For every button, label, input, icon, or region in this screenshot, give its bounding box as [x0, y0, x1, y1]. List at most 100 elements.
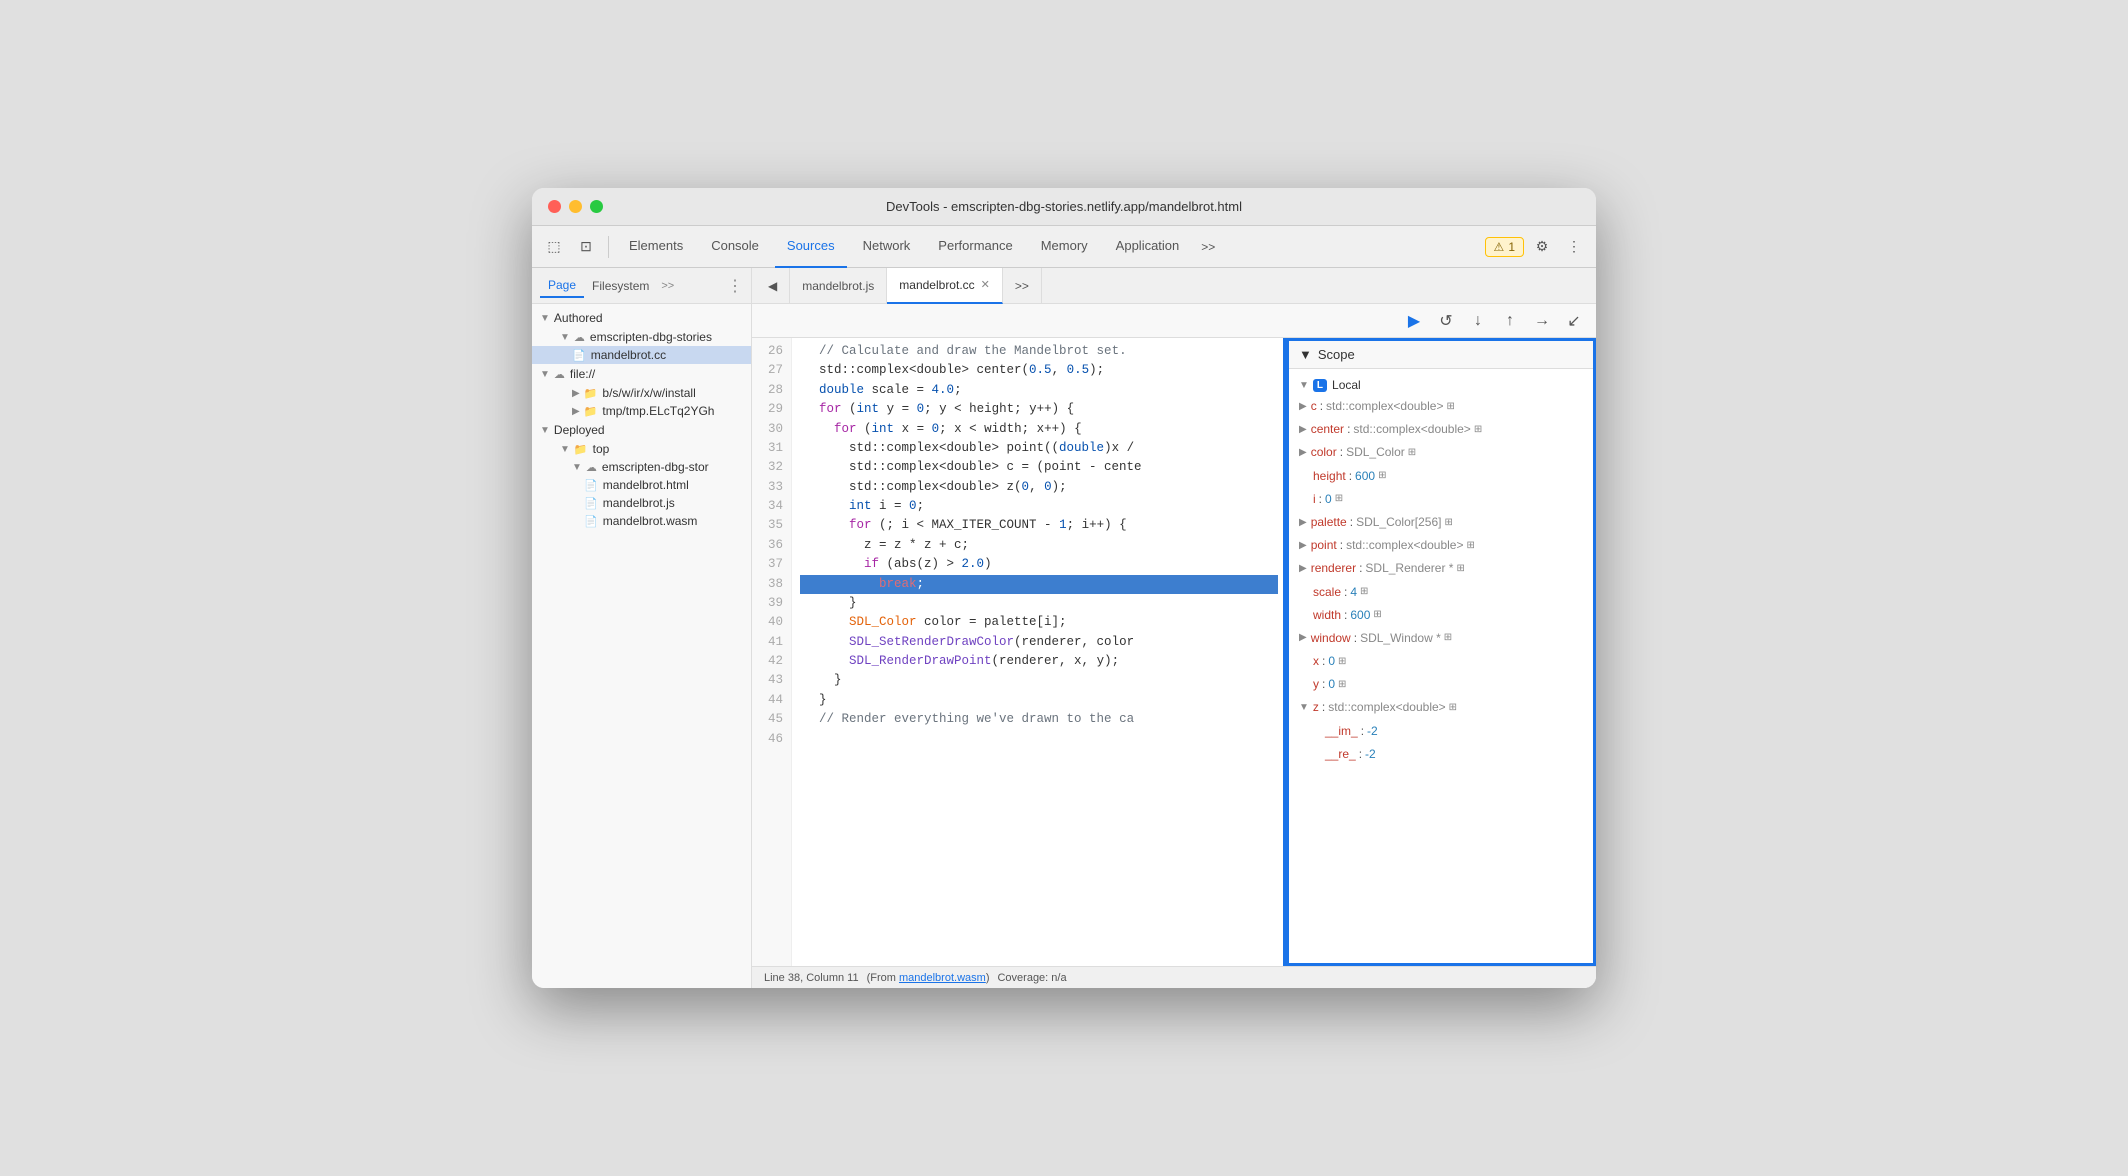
device-icon[interactable]: ⊡	[572, 233, 600, 261]
tab-js-label: mandelbrot.js	[802, 279, 874, 293]
scope-item-z-im: __im_ : -2	[1289, 720, 1593, 743]
scope-item-expand-icon: ▼	[1299, 700, 1309, 716]
resume-button[interactable]: ▶	[1400, 307, 1428, 335]
code-line-33: std::complex<double> z(0, 0);	[800, 478, 1278, 497]
authored-header[interactable]: ▼ Authored	[532, 308, 751, 328]
main-area: Page Filesystem >> ⋮ ▼ Authored ▼ ☁ emsc…	[532, 268, 1596, 988]
deployed-section: ▼ Deployed ▼ 📁 top ▼ ☁ emscripten-dbg-st…	[532, 420, 751, 530]
scope-expand-icon: ▼	[1299, 380, 1309, 391]
deployed-header[interactable]: ▼ Deployed	[532, 420, 751, 440]
code-line-36: z = z * z + c;	[800, 536, 1278, 555]
scope-item-expand-icon: ▶	[1299, 538, 1307, 554]
tab-sources[interactable]: Sources	[775, 226, 847, 268]
tab-console[interactable]: Console	[699, 226, 771, 268]
top-folder[interactable]: ▼ 📁 top	[532, 440, 751, 458]
cloud-icon: ☁	[586, 461, 597, 474]
file-icon: 📄	[584, 497, 598, 510]
scope-item-z[interactable]: ▼ z : std::complex<double> ⊞	[1289, 696, 1593, 719]
code-line-40: SDL_Color color = palette[i];	[800, 613, 1278, 632]
mandelbrot-html-file[interactable]: 📄 mandelbrot.html	[532, 476, 751, 494]
scope-item-scale: scale : 4 ⊞	[1289, 581, 1593, 604]
status-line-col: Line 38, Column 11	[764, 972, 859, 984]
scope-item-z-re: __re_ : -2	[1289, 743, 1593, 766]
scope-item-center[interactable]: ▶ center : std::complex<double> ⊞	[1289, 418, 1593, 441]
file-header[interactable]: ▼ ☁ file://	[532, 364, 751, 384]
tab-performance[interactable]: Performance	[926, 226, 1024, 268]
scope-item-expand-icon: ▶	[1299, 445, 1307, 461]
warning-badge[interactable]: ⚠ 1	[1485, 237, 1524, 257]
code-line-42: SDL_RenderDrawPoint(renderer, x, y);	[800, 652, 1278, 671]
sidebar-options-button[interactable]: ⋮	[727, 276, 743, 296]
settings-icon[interactable]: ⚙	[1528, 233, 1556, 261]
more-tabs-button[interactable]: >>	[1195, 236, 1221, 258]
step-out-button[interactable]: ↑	[1496, 307, 1524, 335]
minimize-button[interactable]	[569, 200, 582, 213]
statusbar: Line 38, Column 11 (From mandelbrot.wasm…	[752, 966, 1596, 988]
maximize-button[interactable]	[590, 200, 603, 213]
editor-area: ◀ mandelbrot.js mandelbrot.cc ✕ >> ▶ ↺ ↓…	[752, 268, 1596, 988]
scope-item-window[interactable]: ▶ window : SDL_Window * ⊞	[1289, 627, 1593, 650]
tmp-folder[interactable]: ▶ 📁 tmp/tmp.ELcTq2YGh	[532, 402, 751, 420]
inspector-icon[interactable]: ⬚	[540, 233, 568, 261]
scope-item-color[interactable]: ▶ color : SDL_Color ⊞	[1289, 441, 1593, 464]
scope-item-point[interactable]: ▶ point : std::complex<double> ⊞	[1289, 534, 1593, 557]
scope-item-c[interactable]: ▶ c : std::complex<double> ⊞	[1289, 395, 1593, 418]
scope-item-expand-icon: ▶	[1299, 422, 1307, 438]
scope-arrow-icon: ▼	[1299, 347, 1312, 362]
devtools-window: DevTools - emscripten-dbg-stories.netlif…	[532, 188, 1596, 988]
scope-item-palette[interactable]: ▶ palette : SDL_Color[256] ⊞	[1289, 511, 1593, 534]
emscripten-authored-label: emscripten-dbg-stories	[590, 330, 712, 344]
scope-local-label: Local	[1332, 378, 1361, 392]
folder-icon: 📁	[574, 443, 588, 456]
deactivate-button[interactable]: ↙	[1560, 307, 1588, 335]
close-button[interactable]	[548, 200, 561, 213]
debug-toolbar: ▶ ↺ ↓ ↑ → ↙	[752, 304, 1596, 338]
sidebar-tab-bar: Page Filesystem >> ⋮	[532, 268, 751, 304]
scope-item-renderer[interactable]: ▶ renderer : SDL_Renderer * ⊞	[1289, 557, 1593, 580]
step-button[interactable]: →	[1528, 307, 1556, 335]
mandelbrot-js-file[interactable]: 📄 mandelbrot.js	[532, 494, 751, 512]
tab-elements[interactable]: Elements	[617, 226, 695, 268]
mandelbrot-wasm-label: mandelbrot.wasm	[603, 514, 698, 528]
mandelbrot-cc-file[interactable]: 📄 mandelbrot.cc	[532, 346, 751, 364]
mandelbrot-cc-label: mandelbrot.cc	[591, 348, 666, 362]
install-folder[interactable]: ▶ 📁 b/s/w/ir/x/w/install	[532, 384, 751, 402]
folder-icon: 📁	[584, 405, 598, 418]
editor-tab-collapse[interactable]: ◀	[756, 268, 790, 304]
status-from-link[interactable]: mandelbrot.wasm	[899, 972, 986, 984]
editor-tabs-more[interactable]: >>	[1003, 268, 1042, 304]
toolbar-right-area: ⚠ 1 ⚙ ⋮	[1485, 233, 1588, 261]
editor-tab-mandelbrot-cc[interactable]: mandelbrot.cc ✕	[887, 268, 1003, 304]
scope-local-header[interactable]: ▼ L Local	[1289, 375, 1593, 395]
more-options-icon[interactable]: ⋮	[1560, 233, 1588, 261]
sidebar-tab-filesystem[interactable]: Filesystem	[584, 275, 657, 297]
file-icon: 📄	[572, 349, 586, 362]
file-section: ▼ ☁ file:// ▶ 📁 b/s/w/ir/x/w/install ▶ 📁…	[532, 364, 751, 420]
file-label: file://	[570, 367, 595, 381]
editor-tab-mandelbrot-js[interactable]: mandelbrot.js	[790, 268, 887, 304]
mandelbrot-wasm-file[interactable]: 📄 mandelbrot.wasm	[532, 512, 751, 530]
step-over-button[interactable]: ↺	[1432, 307, 1460, 335]
emscripten-deployed[interactable]: ▼ ☁ emscripten-dbg-stor	[532, 458, 751, 476]
code-line-29: for (int y = 0; y < height; y++) {	[800, 400, 1278, 419]
tab-memory[interactable]: Memory	[1029, 226, 1100, 268]
scope-item-expand-icon: ▶	[1299, 515, 1307, 531]
code-line-30: for (int x = 0; x < width; x++) {	[800, 420, 1278, 439]
file-icon: 📄	[584, 515, 598, 528]
step-into-button[interactable]: ↓	[1464, 307, 1492, 335]
tab-network[interactable]: Network	[851, 226, 923, 268]
sidebar-more-button[interactable]: >>	[661, 280, 674, 292]
scope-panel: ▼ Scope ▼ L Local ▶	[1286, 338, 1596, 966]
tab-application[interactable]: Application	[1104, 226, 1192, 268]
tab-close-button[interactable]: ✕	[981, 278, 990, 291]
code-line-46: // Render everything we've drawn to the …	[800, 710, 1278, 729]
code-line-43: }	[800, 671, 1278, 690]
sidebar-tab-page[interactable]: Page	[540, 274, 584, 298]
arrow-icon: ▼	[540, 313, 550, 324]
code-editor[interactable]: 26 27 28 29 30 31 32 33 34 35 36 37 38 3…	[752, 338, 1286, 966]
top-label: top	[593, 442, 610, 456]
scope-item-y: y : 0 ⊞	[1289, 673, 1593, 696]
file-icon: 📄	[584, 479, 598, 492]
emscripten-dbg-stories-authored[interactable]: ▼ ☁ emscripten-dbg-stories	[532, 328, 751, 346]
window-title: DevTools - emscripten-dbg-stories.netlif…	[886, 199, 1242, 214]
